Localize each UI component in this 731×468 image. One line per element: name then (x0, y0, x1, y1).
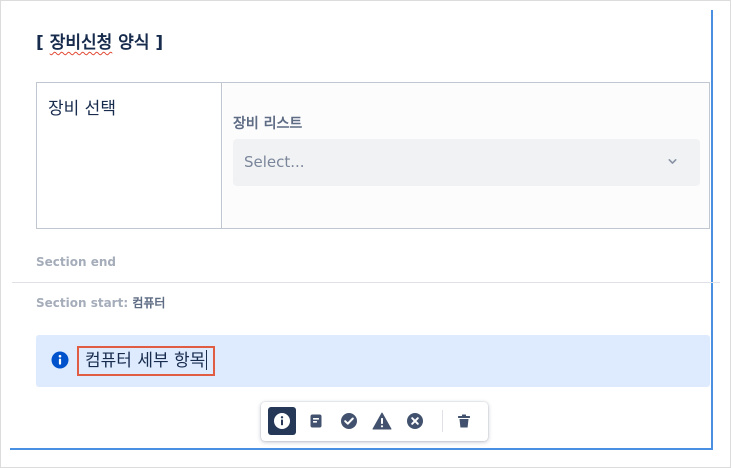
section-divider (12, 282, 720, 283)
select-placeholder: Select... (244, 153, 305, 171)
info-icon (51, 351, 69, 369)
panel-type-note-button[interactable] (302, 407, 330, 435)
info-icon (274, 413, 290, 429)
delete-icon (458, 414, 470, 428)
field-label: 장비 리스트 (233, 116, 303, 132)
panel-type-success-button[interactable] (335, 407, 363, 435)
row-label-cell[interactable]: 장비 선택 (37, 83, 222, 228)
equipment-table: 장비 선택 장비 리스트 Select... (36, 82, 710, 229)
row-label: 장비 선택 (48, 99, 116, 119)
section-start-label: Section start: 컴퓨터 (36, 294, 165, 311)
panel-type-warning-button[interactable] (368, 407, 396, 435)
info-panel[interactable]: 컴퓨터 세부 항목 (36, 335, 710, 387)
panel-type-error-button[interactable] (401, 407, 429, 435)
toolbar-separator (442, 410, 443, 432)
form-title-open: [ (36, 33, 50, 53)
section-start-name: 컴퓨터 (132, 296, 166, 310)
note-icon (310, 414, 322, 428)
error-icon (407, 413, 423, 429)
form-title: [ 장비신청 양식 ] (36, 28, 163, 53)
info-panel-content: 컴퓨터 세부 항목 (85, 351, 206, 371)
panel-type-info-button[interactable] (268, 407, 296, 435)
section-end-label: Section end (36, 255, 116, 269)
equipment-select[interactable]: Select... (233, 139, 700, 186)
form-title-main: 장비신청 (49, 33, 113, 53)
field-cell: 장비 리스트 Select... (223, 83, 709, 228)
panel-toolbar (261, 402, 488, 441)
focus-border-right (711, 10, 713, 450)
chevron-down-icon (668, 159, 677, 164)
info-panel-text[interactable]: 컴퓨터 세부 항목 (77, 346, 216, 376)
text-caret (206, 350, 208, 370)
success-icon (341, 413, 357, 429)
form-title-rest: 양식 ] (112, 33, 164, 53)
remove-panel-button[interactable] (450, 407, 478, 435)
focus-border-bottom (10, 448, 713, 450)
warning-icon (372, 412, 392, 430)
section-start-prefix: Section start: (36, 296, 129, 310)
editor-frame (0, 0, 731, 468)
